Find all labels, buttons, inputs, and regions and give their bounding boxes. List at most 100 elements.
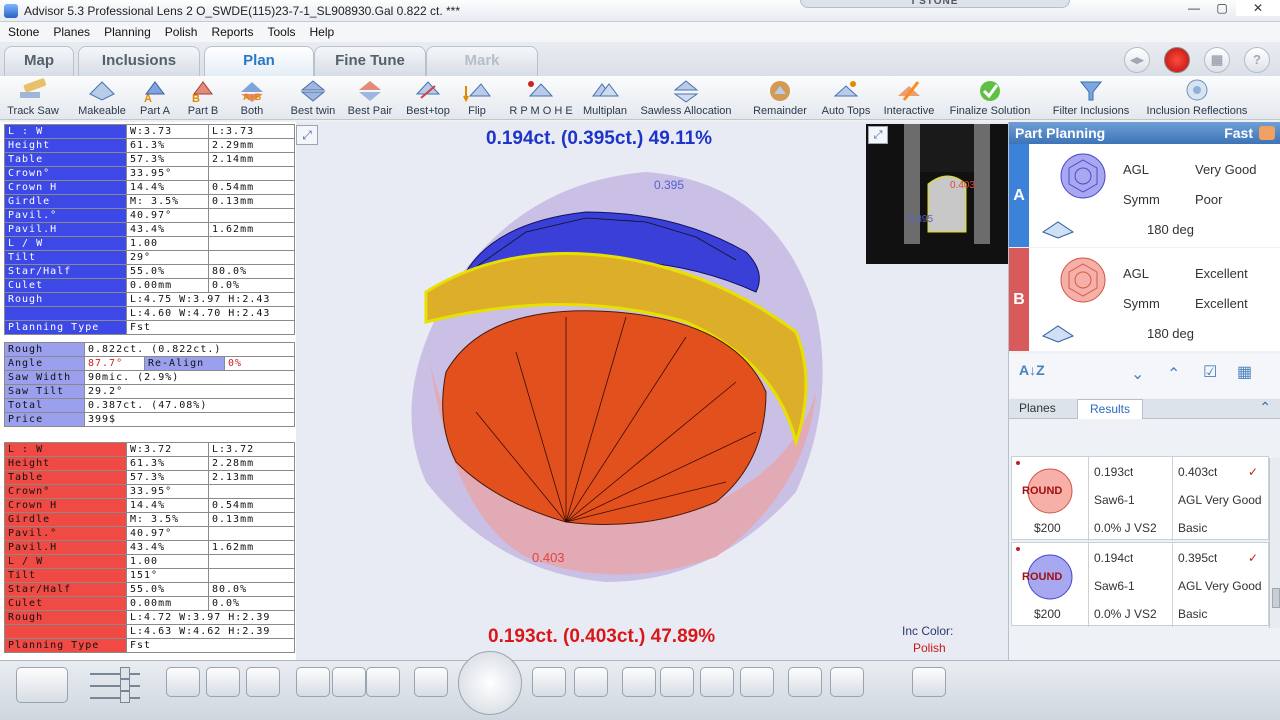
toolbar: Track Saw Makeable A Part A B Part B A+B… bbox=[0, 76, 1280, 120]
menu-planning[interactable]: Planning bbox=[96, 25, 157, 39]
mode-label[interactable]: Fast bbox=[1224, 122, 1253, 144]
best-pair-button[interactable]: Best Pair bbox=[342, 78, 398, 120]
sawless-allocation-button[interactable]: Sawless Allocation bbox=[636, 78, 736, 120]
table-row: Table 57.3% 2.13mm bbox=[4, 470, 295, 485]
menu-planes[interactable]: Planes bbox=[45, 25, 96, 39]
move-icon[interactable] bbox=[332, 667, 366, 697]
tab-plan[interactable]: Plan bbox=[204, 46, 314, 76]
finalize-solution-button[interactable]: Finalize Solution bbox=[944, 78, 1036, 120]
mode-icon[interactable] bbox=[1259, 126, 1275, 140]
tab-results[interactable]: Results bbox=[1077, 399, 1144, 419]
part-b-icon: B bbox=[192, 81, 213, 104]
top-view-icon[interactable] bbox=[166, 667, 200, 697]
percent-icon[interactable] bbox=[788, 667, 822, 697]
cut-icon[interactable] bbox=[414, 667, 448, 697]
filter-inclusions-button[interactable]: Filter Inclusions bbox=[1046, 78, 1136, 120]
best-twin-button[interactable]: Best twin bbox=[286, 78, 340, 120]
tab-mark[interactable]: Mark bbox=[426, 46, 538, 76]
chevron-up-icon[interactable]: ⌃ bbox=[1167, 364, 1180, 384]
menu-reports[interactable]: Reports bbox=[203, 25, 259, 39]
stone-shape-icon[interactable] bbox=[912, 667, 946, 697]
menu-stone[interactable]: Stone bbox=[0, 25, 45, 39]
view-mode-icon[interactable] bbox=[16, 667, 68, 703]
collapse-icon[interactable]: ⌃ bbox=[1259, 399, 1271, 416]
menu-polish[interactable]: Polish bbox=[157, 25, 204, 39]
shape-side-icon[interactable] bbox=[1041, 322, 1075, 344]
grid-icon[interactable]: ▦ bbox=[1204, 47, 1230, 73]
check-icon[interactable]: ✓ bbox=[1248, 551, 1258, 565]
warning-view-icon[interactable] bbox=[740, 667, 774, 697]
makeable-button[interactable]: Makeable bbox=[74, 78, 130, 120]
row-value: 40.97° bbox=[126, 526, 209, 541]
color-view-icon[interactable] bbox=[700, 667, 734, 697]
thumb-expand-icon[interactable]: ⤢ bbox=[868, 126, 888, 144]
results-scrollbar[interactable] bbox=[1269, 458, 1280, 628]
part-b-card[interactable]: B AGL Excellent Symm Excellent 180 deg bbox=[1009, 248, 1280, 351]
interactive-icon bbox=[898, 81, 920, 101]
tab-inclusions[interactable]: Inclusions bbox=[78, 46, 200, 76]
bottom-view-icon[interactable] bbox=[246, 667, 280, 697]
side-view-icon[interactable] bbox=[206, 667, 240, 697]
maximize-button[interactable]: ▢ bbox=[1208, 0, 1236, 16]
sort-az-icon[interactable]: A↓Z bbox=[1019, 362, 1045, 378]
record-icon[interactable] bbox=[1164, 47, 1190, 73]
row-label: Culet bbox=[4, 596, 127, 611]
part-b-caption: 0.193ct. (0.403ct.) 47.89% bbox=[488, 626, 716, 647]
close-button[interactable]: ✕ bbox=[1236, 0, 1280, 16]
camera-thumbnail[interactable]: ⤢ 0.403 0.395 bbox=[866, 124, 1008, 264]
tab-fine-tune[interactable]: Fine Tune bbox=[314, 46, 426, 76]
result-row[interactable]: ROUND $200 0.193ct 0.403ct ✓ Saw6-1 AGL Very G… bbox=[1011, 456, 1269, 541]
stone-tab[interactable]: I STONE bbox=[800, 0, 1070, 8]
remainder-button[interactable]: Remainder bbox=[750, 78, 810, 120]
help-icon[interactable]: ? bbox=[1244, 47, 1270, 73]
table-row: Rough L:4.72 W:3.97 H:2.39 bbox=[4, 610, 295, 625]
chevron-down-icon[interactable]: ⌄ bbox=[1131, 364, 1144, 384]
inclusion-reflections-button[interactable]: Inclusion Reflections bbox=[1140, 78, 1254, 120]
sawless-allocation-icon bbox=[673, 80, 699, 103]
both-button[interactable]: A+B Both bbox=[232, 78, 272, 120]
part-a-card[interactable]: A AGL Very Good Symm Poor 180 deg bbox=[1009, 144, 1280, 247]
part-a-button[interactable]: A Part A bbox=[134, 78, 176, 120]
check-icon[interactable]: ✓ bbox=[1248, 465, 1258, 479]
light-slider[interactable] bbox=[82, 665, 152, 705]
checklist-icon[interactable]: ☑ bbox=[1203, 362, 1217, 382]
zoom-area-icon[interactable] bbox=[574, 667, 608, 697]
tab-map[interactable]: Map bbox=[4, 46, 74, 76]
layout-icon[interactable]: ▦ bbox=[1237, 362, 1252, 382]
minimize-button[interactable]: — bbox=[1180, 0, 1208, 16]
row-value2: L:3.72 bbox=[208, 442, 295, 457]
expand-icon[interactable]: ⤢ bbox=[296, 125, 318, 145]
flip-button[interactable]: Flip bbox=[456, 78, 498, 120]
plane-view-icon[interactable] bbox=[622, 667, 656, 697]
menu-help[interactable]: Help bbox=[302, 25, 341, 39]
realign-button[interactable]: Re-Align bbox=[144, 356, 225, 371]
auto-tops-button[interactable]: Auto Tops bbox=[818, 78, 874, 120]
menu-tools[interactable]: Tools bbox=[260, 25, 302, 39]
part-planning-header: Part Planning Fast bbox=[1009, 122, 1280, 144]
multiplan-button[interactable]: Multiplan bbox=[580, 78, 630, 120]
nav-back-icon[interactable]: ◂▸ bbox=[1124, 47, 1150, 73]
tab-planes[interactable]: Planes bbox=[1019, 401, 1056, 415]
best-top-button[interactable]: Best+top bbox=[400, 78, 456, 120]
row-value: 40.97° bbox=[126, 208, 209, 223]
table-row: Girdle M: 3.5% 0.13mm bbox=[4, 512, 295, 527]
transform-icon[interactable] bbox=[830, 667, 864, 697]
row-label: Height bbox=[4, 138, 127, 153]
row-value2: 1.62mm bbox=[208, 222, 295, 237]
draw-icon[interactable] bbox=[366, 667, 400, 697]
result-ct2: 0.395ct bbox=[1178, 551, 1218, 565]
flat-view-icon[interactable] bbox=[660, 667, 694, 697]
result-price: $200 bbox=[1034, 521, 1061, 535]
zoom-in-icon[interactable] bbox=[532, 667, 566, 697]
result-row[interactable]: ROUND $200 0.194ct 0.395ct ✓ Saw6-1 AGL Very G… bbox=[1011, 542, 1269, 627]
table-row: Tilt 151° bbox=[4, 568, 295, 583]
rpmohe-button[interactable]: R P M O H E bbox=[508, 78, 574, 120]
stone-model[interactable] bbox=[386, 162, 846, 592]
part-b-button[interactable]: B Part B bbox=[182, 78, 224, 120]
select-icon[interactable] bbox=[296, 667, 330, 697]
track-saw-button[interactable]: Track Saw bbox=[2, 78, 64, 120]
shape-side-icon[interactable] bbox=[1041, 218, 1075, 240]
rotate-wheel-icon[interactable] bbox=[458, 651, 522, 715]
table-row: Culet 0.00mm 0.0% bbox=[4, 596, 295, 611]
interactive-button[interactable]: Interactive bbox=[878, 78, 940, 120]
